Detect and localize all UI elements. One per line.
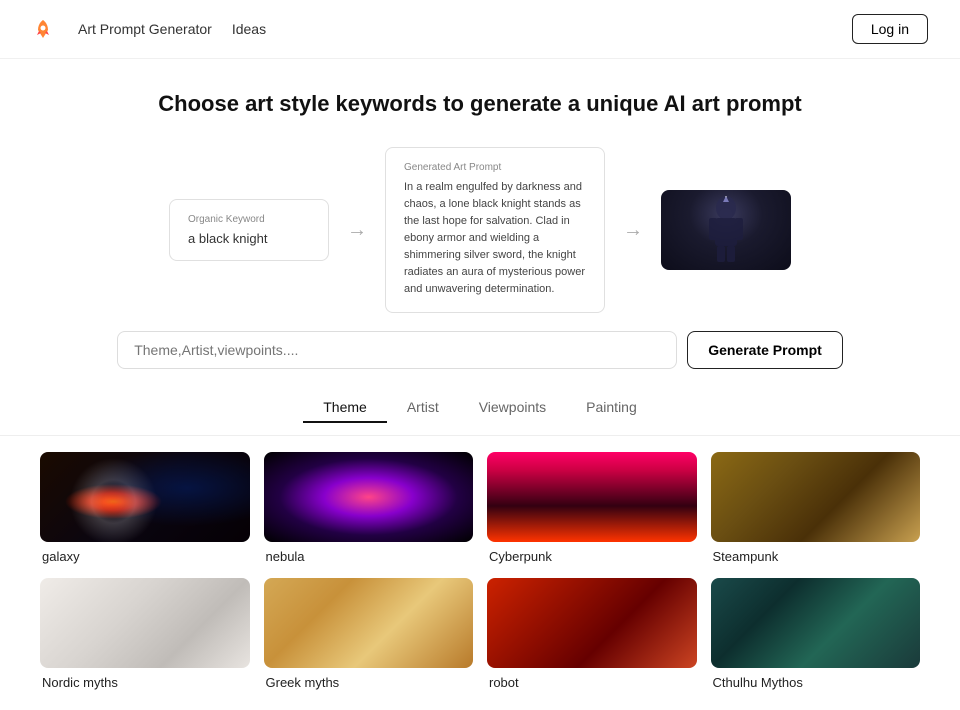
nebula-image — [264, 452, 474, 542]
nav-link-ideas[interactable]: Ideas — [232, 21, 266, 37]
cthulhu-image — [711, 578, 921, 668]
arrow-2: → — [605, 219, 661, 242]
cyberpunk-image — [487, 452, 697, 542]
hero-section: Choose art style keywords to generate a … — [0, 59, 960, 137]
tab-artist[interactable]: Artist — [387, 393, 459, 423]
search-section: Generate Prompt — [0, 331, 960, 389]
organic-keyword-box: Organic Keyword a black knight — [169, 199, 329, 261]
galaxy-image — [40, 452, 250, 542]
theme-grid: galaxy nebula Cyberpunk Steampunk Nordic… — [40, 452, 920, 690]
galaxy-label: galaxy — [40, 549, 250, 564]
rocket-icon — [32, 18, 54, 40]
greek-image — [264, 578, 474, 668]
generated-label: Generated Art Prompt — [404, 162, 586, 173]
generate-prompt-button[interactable]: Generate Prompt — [687, 331, 843, 369]
grid-item-cthulhu[interactable]: Cthulhu Mythos — [711, 578, 921, 690]
organic-value: a black knight — [188, 231, 310, 246]
grid-item-nebula[interactable]: nebula — [264, 452, 474, 564]
robot-image — [487, 578, 697, 668]
knight-image — [661, 190, 791, 270]
grid-item-steampunk[interactable]: Steampunk — [711, 452, 921, 564]
grid-item-greek[interactable]: Greek myths — [264, 578, 474, 690]
tab-theme[interactable]: Theme — [303, 393, 387, 423]
login-button[interactable]: Log in — [852, 14, 928, 44]
tabs-section: Theme Artist Viewpoints Painting — [0, 389, 960, 436]
search-input[interactable] — [117, 331, 677, 369]
nordic-image — [40, 578, 250, 668]
hero-title: Choose art style keywords to generate a … — [16, 91, 944, 117]
robot-label: robot — [487, 675, 697, 690]
navbar: Art Prompt Generator Ideas Log in — [0, 0, 960, 59]
cthulhu-label: Cthulhu Mythos — [711, 675, 921, 690]
organic-label: Organic Keyword — [188, 214, 310, 225]
preview-section: Organic Keyword a black knight → Generat… — [0, 137, 960, 331]
greek-label: Greek myths — [264, 675, 474, 690]
grid-item-nordic[interactable]: Nordic myths — [40, 578, 250, 690]
preview-image — [661, 190, 791, 270]
grid-item-cyberpunk[interactable]: Cyberpunk — [487, 452, 697, 564]
steampunk-label: Steampunk — [711, 549, 921, 564]
grid-item-galaxy[interactable]: galaxy — [40, 452, 250, 564]
nav-left: Art Prompt Generator Ideas — [32, 18, 266, 40]
steampunk-image — [711, 452, 921, 542]
generated-text: In a realm engulfed by darkness and chao… — [404, 179, 586, 298]
arrow-1: → — [329, 219, 385, 242]
tab-viewpoints[interactable]: Viewpoints — [459, 393, 566, 423]
generated-art-prompt-box: Generated Art Prompt In a realm engulfed… — [385, 147, 605, 313]
nebula-label: nebula — [264, 549, 474, 564]
tab-painting[interactable]: Painting — [566, 393, 657, 423]
knight-svg — [701, 196, 751, 264]
nav-links: Art Prompt Generator Ideas — [78, 21, 266, 37]
nordic-label: Nordic myths — [40, 675, 250, 690]
cyberpunk-label: Cyberpunk — [487, 549, 697, 564]
nav-link-art-prompt[interactable]: Art Prompt Generator — [78, 21, 212, 37]
grid-item-robot[interactable]: robot — [487, 578, 697, 690]
grid-section: galaxy nebula Cyberpunk Steampunk Nordic… — [0, 436, 960, 710]
